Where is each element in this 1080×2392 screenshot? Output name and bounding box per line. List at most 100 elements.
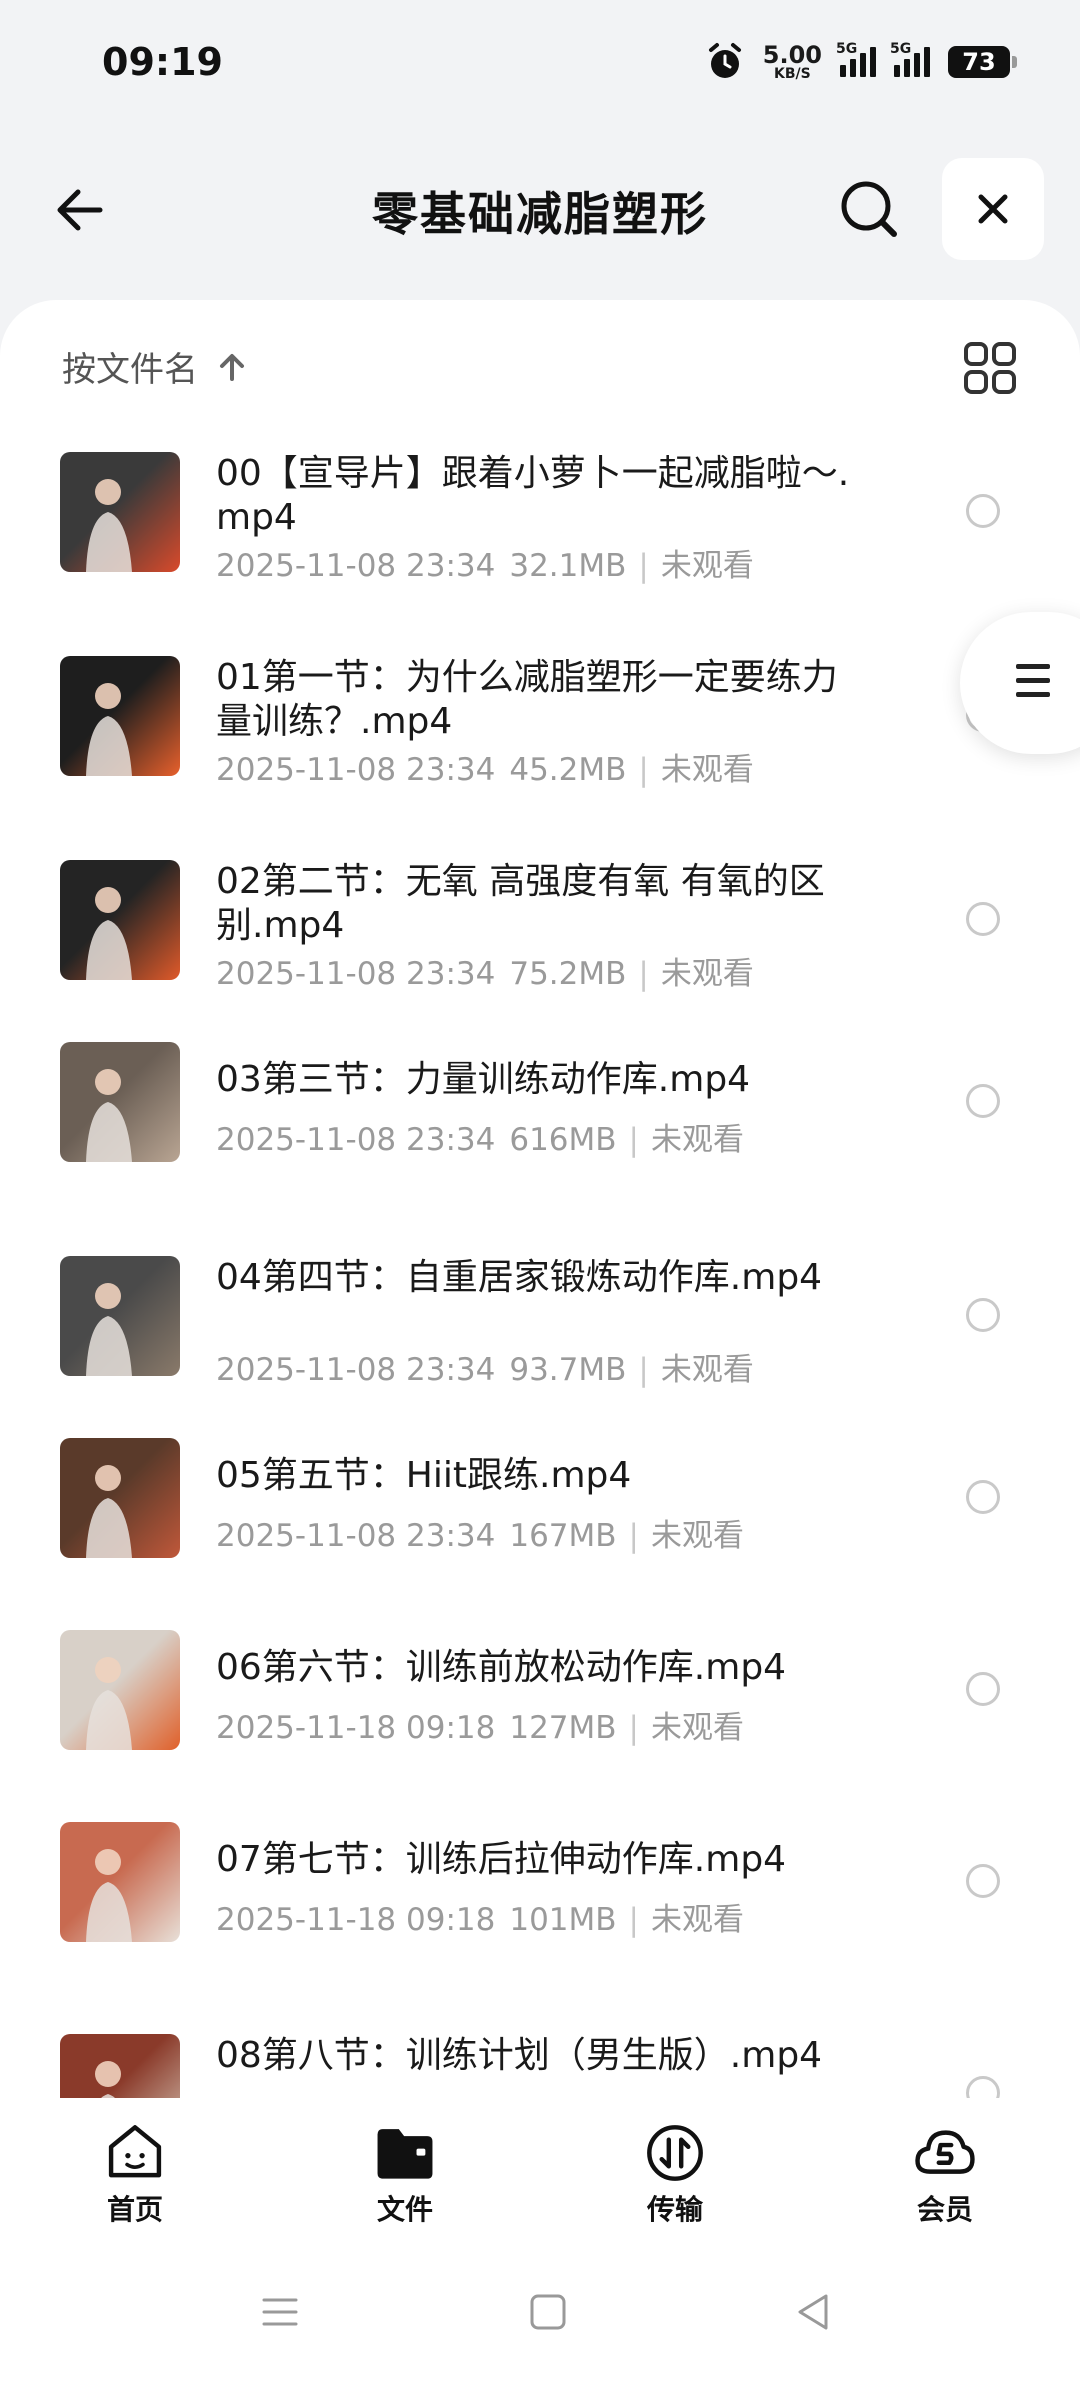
transfer-icon [647, 2125, 703, 2181]
meta-separator: | [638, 548, 649, 584]
member-cloud-icon [915, 2130, 975, 2174]
file-date: 2025-11-08 23:34 [216, 1518, 496, 1554]
file-name: 05第五节：Hiit跟练.mp4 [216, 1455, 632, 1496]
menu-lines-icon [262, 2298, 298, 2326]
file-date: 2025-11-08 23:34 [216, 548, 496, 584]
file-size: 32.1MB [509, 548, 627, 584]
file-list-item[interactable]: 03第三节：力量训练动作库.mp4 2025-11-08 23:34 616MB | 未… [0, 1042, 1080, 1238]
file-name: 07第七节：训练后拉伸动作库.mp4 [216, 1839, 787, 1880]
video-thumbnail [60, 1042, 180, 1162]
square-icon [530, 2294, 566, 2330]
page-title: 零基础减脂塑形 [372, 187, 708, 241]
sort-label: 按文件名 [62, 350, 198, 390]
signal2-tag: 5G [890, 41, 912, 57]
select-radio[interactable] [966, 494, 1000, 528]
file-name: 08第八节：训练计划（男生版）.mp4 [216, 2035, 823, 2076]
file-size: 45.2MB [509, 752, 627, 788]
select-radio[interactable] [966, 1672, 1000, 1706]
file-list-item[interactable]: 01第一节：为什么减脂塑形一定要练力量训练？.mp4 2025-11-08 23:… [0, 656, 1080, 836]
file-list-item[interactable]: 08第八节：训练计划（男生版）.mp4 [0, 2034, 1080, 2100]
select-radio[interactable] [966, 1480, 1000, 1514]
video-thumbnail [60, 1438, 180, 1558]
status-icons: 5.00 KB/S 5G 5G 73 [705, 41, 1017, 82]
select-radio[interactable] [966, 1864, 1000, 1898]
video-thumbnail [60, 2034, 180, 2100]
file-name: 01第一节：为什么减脂塑形一定要练力量训练？.mp4 [216, 657, 838, 742]
video-thumbnail [60, 1256, 180, 1376]
folder-icon [377, 2129, 433, 2179]
close-button[interactable] [942, 158, 1044, 260]
file-meta: 2025-11-08 23:34 75.2MB | 未观看 [216, 948, 754, 993]
nav-member[interactable]: 会员 [810, 2098, 1080, 2228]
watch-status: 未观看 [660, 548, 754, 584]
nav-files[interactable]: 文件 [270, 2098, 540, 2228]
watch-status: 未观看 [651, 1710, 744, 1746]
file-size: 75.2MB [509, 956, 627, 992]
meta-separator: | [638, 956, 649, 992]
meta-separator: | [638, 1352, 649, 1388]
nav-member-label: 会员 [916, 2193, 973, 2226]
file-list-item[interactable]: 00【宣导片】跟着小萝卜一起减脂啦～.mp4 2025-11-08 23:34 32… [0, 452, 1080, 632]
file-date: 2025-11-18 09:18 [216, 1710, 496, 1746]
nav-home[interactable]: 首页 [0, 2098, 270, 2228]
grid-icon [964, 342, 1016, 394]
select-radio[interactable] [966, 1298, 1000, 1332]
file-date: 2025-11-08 23:34 [216, 1352, 496, 1388]
select-radio[interactable] [966, 2076, 1000, 2100]
video-thumbnail [60, 1822, 180, 1942]
grid-view-toggle[interactable] [962, 340, 1018, 396]
alarm-icon [708, 43, 741, 78]
file-list-item[interactable]: 05第五节：Hiit跟练.mp4 2025-11-08 23:34 167MB | 未观… [0, 1438, 1080, 1634]
file-meta: 2025-11-08 23:34 32.1MB | 未观看 [216, 540, 754, 585]
file-meta: 2025-11-08 23:34 93.7MB | 未观看 [216, 1344, 754, 1389]
file-name: 03第三节：力量训练动作库.mp4 [216, 1059, 751, 1100]
watch-status: 未观看 [651, 1518, 744, 1554]
search-button[interactable] [830, 170, 910, 250]
system-nav-bar [0, 2228, 1080, 2392]
meta-separator: | [628, 1122, 639, 1158]
back-system-button[interactable] [784, 2282, 844, 2342]
file-name: 04第四节：自重居家锻炼动作库.mp4 [216, 1257, 823, 1298]
watch-status: 未观看 [651, 1122, 744, 1158]
file-list-item[interactable]: 02第二节：无氧 高强度有氧 有氧的区别.mp4 2025-11-08 23:34… [0, 860, 1080, 1040]
file-meta: 2025-11-18 09:18 127MB | 未观看 [216, 1702, 744, 1747]
sort-control[interactable]: 按文件名 [62, 342, 248, 391]
file-list-item[interactable]: 04第四节：自重居家锻炼动作库.mp4 2025-11-08 23:34 93.7M… [0, 1256, 1080, 1436]
signal-icon-1: 5G [836, 41, 876, 77]
network-speed: 5.00 KB/S [763, 43, 822, 81]
triangle-back-icon [798, 2294, 828, 2330]
file-list-item[interactable]: 06第六节：训练前放松动作库.mp4 2025-11-18 09:18 127MB |… [0, 1630, 1080, 1826]
nav-transfer-label: 传输 [646, 2193, 703, 2226]
arrow-up-icon [220, 353, 244, 381]
file-size: 93.7MB [509, 1352, 627, 1388]
recent-apps-button[interactable] [250, 2282, 310, 2342]
file-date: 2025-11-08 23:34 [216, 1122, 496, 1158]
nav-files-label: 文件 [376, 2193, 433, 2226]
video-thumbnail [60, 656, 180, 776]
file-meta: 2025-11-08 23:34 45.2MB | 未观看 [216, 744, 754, 789]
file-date: 2025-11-18 09:18 [216, 1902, 496, 1938]
watch-status: 未观看 [651, 1902, 744, 1938]
file-size: 616MB [509, 1122, 617, 1158]
file-meta: 2025-11-08 23:34 616MB | 未观看 [216, 1114, 744, 1159]
bottom-nav: 首页 文件 传输 会员 [0, 2098, 1080, 2228]
nav-transfer[interactable]: 传输 [540, 2098, 810, 2228]
meta-separator: | [628, 1710, 639, 1746]
watch-status: 未观看 [660, 752, 754, 788]
meta-separator: | [628, 1902, 639, 1938]
watch-status: 未观看 [660, 956, 754, 992]
select-radio[interactable] [966, 902, 1000, 936]
file-list-item[interactable]: 07第七节：训练后拉伸动作库.mp4 2025-11-18 09:18 101MB |… [0, 1822, 1080, 2018]
home-system-button[interactable] [518, 2282, 578, 2342]
meta-separator: | [638, 752, 649, 788]
signal1-tag: 5G [836, 41, 858, 57]
select-radio[interactable] [966, 1084, 1000, 1118]
search-icon [841, 181, 897, 237]
file-date: 2025-11-08 23:34 [216, 752, 496, 788]
file-size: 127MB [509, 1710, 617, 1746]
speed-value: 5.00 [762, 41, 822, 69]
battery-icon: 73 [948, 46, 1017, 78]
file-panel: 按文件名 00【宣导片】跟着小萝卜一起减脂啦～.mp4 2025-11-08 23… [0, 300, 1080, 2100]
video-thumbnail [60, 1630, 180, 1750]
video-thumbnail [60, 860, 180, 980]
